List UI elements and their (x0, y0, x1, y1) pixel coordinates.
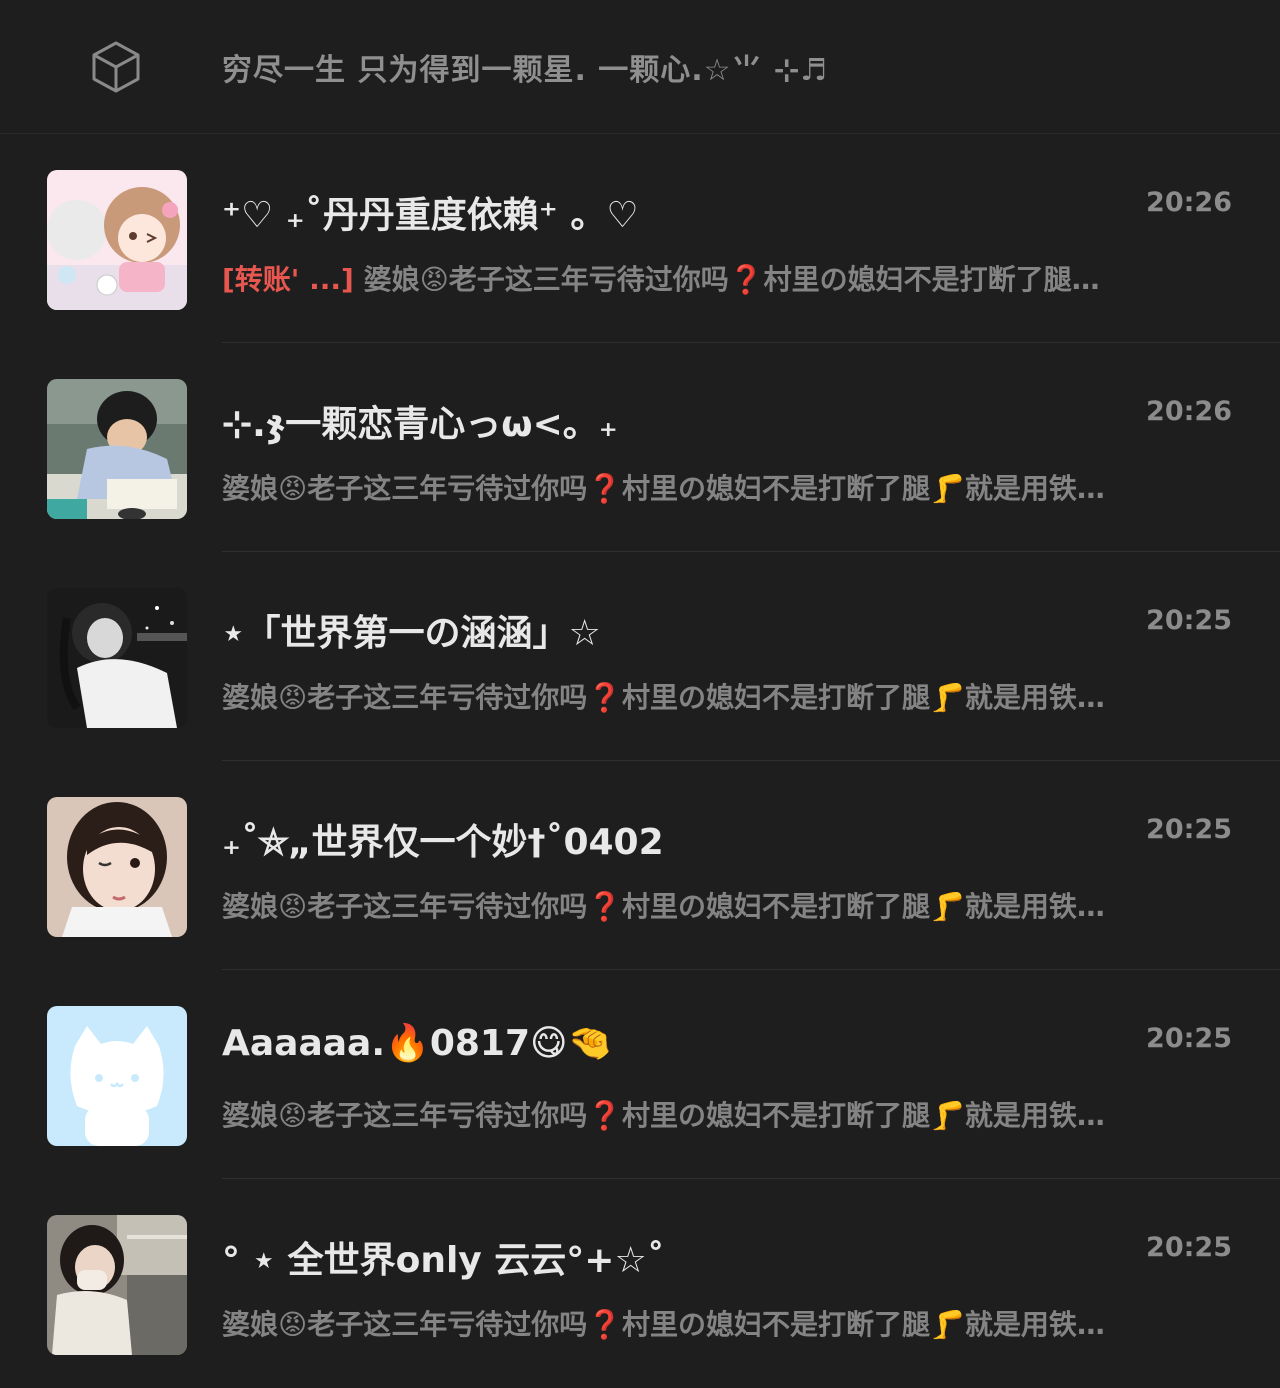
girl-night-avatar[interactable] (47, 588, 187, 728)
chat-preview: 婆娘😡老子这三年亏待过你吗❓村里の媳妇不是打断了腿🦵就是用铁… (222, 1099, 1105, 1132)
chat-row[interactable]: ₊˚⛤„世界仅一个妙†˚0402 20:25 婆娘😡老子这三年亏待过你吗❓村里の… (0, 761, 1280, 970)
transfer-tag: [转账' ...] (222, 263, 354, 296)
chat-time: 20:25 (1146, 1232, 1232, 1263)
chat-name: ⋆「世界第一の涵涵」☆ (222, 613, 601, 654)
chat-preview: 婆娘😡老子这三年亏待过你吗❓村里の媳妇不是打断了腿🦵就是用铁… (222, 1308, 1105, 1341)
girl-wink-avatar[interactable] (47, 797, 187, 937)
chat-time: 20:25 (1146, 814, 1232, 845)
chat-row[interactable]: ⋆「世界第一の涵涵」☆ 20:25 婆娘😡老子这三年亏待过你吗❓村里の媳妇不是打… (0, 552, 1280, 761)
header-bar: 穷尽一生 只为得到一颗星. 一颗心.☆⺌ ⊹♬ (0, 0, 1280, 134)
chat-preview: [转账' ...] 婆娘😡老子这三年亏待过你吗❓村里の媳妇不是打断了腿… (222, 258, 1197, 298)
chat-name: ₊˚⛤„世界仅一个妙†˚0402 (222, 822, 664, 863)
white-cat-avatar[interactable] (47, 1006, 187, 1146)
chat-row[interactable]: Aaaaaa.🔥0817😋🤏 20:25 婆娘😡老子这三年亏待过你吗❓村里の媳妇… (0, 970, 1280, 1179)
chat-preview: 婆娘😡老子这三年亏待过你吗❓村里の媳妇不是打断了腿🦵就是用铁… (222, 890, 1105, 923)
boy-writing-avatar[interactable] (47, 379, 187, 519)
chat-preview: 婆娘😡老子这三年亏待过你吗❓村里の媳妇不是打断了腿🦵就是用铁… (222, 472, 1105, 505)
chat-name: ° ⋆ 全世界only 云云°+☆˚ (222, 1240, 665, 1281)
cube-icon[interactable] (86, 37, 146, 97)
chat-name: ⁺♡ ₊˚丹丹重度依賴⁺ 。♡ (222, 195, 639, 236)
group-title: 穷尽一生 只为得到一颗星. 一颗心.☆⺌ ⊹♬ (222, 52, 829, 88)
chat-list: ⁺♡ ₊˚丹丹重度依賴⁺ 。♡ 20:26 [转账' ...] 婆娘😡老子这三年… (0, 134, 1280, 1388)
chat-time: 20:26 (1146, 187, 1232, 218)
chat-preview-text: 婆娘😡老子这三年亏待过你吗❓村里の媳妇不是打断了腿… (353, 263, 1100, 296)
chat-name: Aaaaaa.🔥0817😋🤏 (222, 1023, 613, 1064)
chat-row[interactable]: ° ⋆ 全世界only 云云°+☆˚ 20:25 婆娘😡老子这三年亏待过你吗❓村… (0, 1179, 1280, 1388)
girl-mall-avatar[interactable] (47, 1215, 187, 1355)
chat-time: 20:26 (1146, 396, 1232, 427)
chat-row[interactable]: ⊹.ჯ一颗恋青心っω<。₊ 20:26 婆娘😡老子这三年亏待过你吗❓村里の媳妇不… (0, 343, 1280, 552)
chat-time: 20:25 (1146, 605, 1232, 636)
chat-name: ⊹.ჯ一颗恋青心っω<。₊ (222, 404, 618, 445)
chat-row[interactable]: ⁺♡ ₊˚丹丹重度依賴⁺ 。♡ 20:26 [转账' ...] 婆娘😡老子这三年… (0, 134, 1280, 343)
chat-time: 20:25 (1146, 1023, 1232, 1054)
chat-preview: 婆娘😡老子这三年亏待过你吗❓村里の媳妇不是打断了腿🦵就是用铁… (222, 681, 1105, 714)
anime-girl-avatar[interactable] (47, 170, 187, 310)
